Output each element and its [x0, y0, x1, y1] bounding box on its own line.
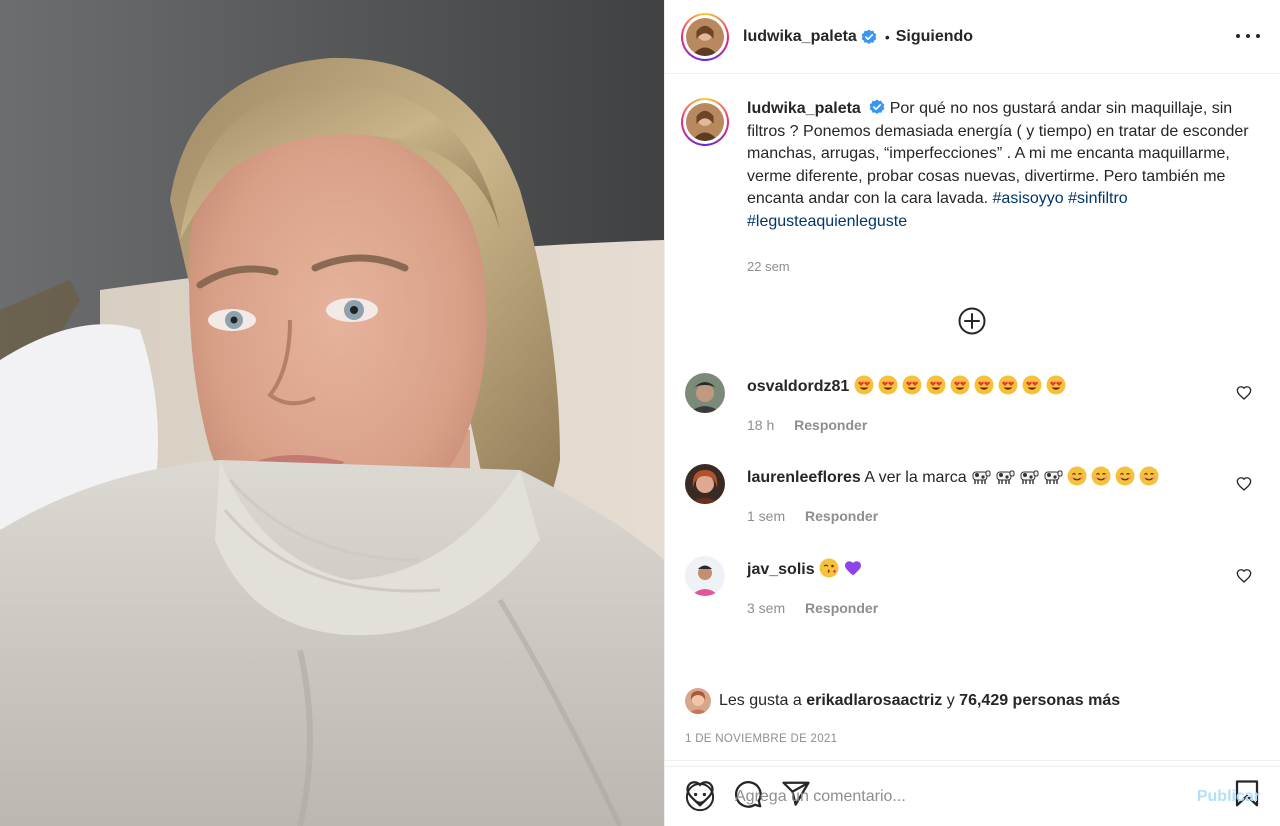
cow-emoji-icon	[972, 470, 991, 484]
add-comment-bar: Publicar	[665, 766, 1280, 826]
likes-count-link[interactable]: 76,429 personas más	[959, 692, 1120, 710]
following-button[interactable]: Siguiendo	[896, 28, 973, 46]
cow-emoji-icon	[1020, 470, 1039, 484]
caption-text-block: ludwika_paleta Por qué no nos gustará an…	[747, 98, 1264, 233]
comment-item: laurenleeflores A ver la marca 1 sem Res…	[685, 464, 1264, 544]
comment-item: jav_solis 3 sem Responder	[685, 556, 1264, 636]
post-modal: ludwika_paleta • Siguiendo ludwika_palet…	[0, 0, 1280, 826]
like-comment-heart-icon[interactable]	[1236, 476, 1252, 492]
heart-eyes-emoji-icon	[926, 375, 946, 395]
heart-eyes-emoji-icon	[1046, 375, 1066, 395]
more-options-icon[interactable]	[1236, 26, 1260, 46]
publish-button[interactable]: Publicar	[1197, 788, 1260, 806]
comment-username[interactable]: laurenleeflores	[747, 469, 861, 486]
caption-username[interactable]: ludwika_paleta	[747, 100, 861, 117]
comment-item: osvaldordz81 18 h Responder	[685, 373, 1264, 453]
comment-text: A ver la marca	[864, 469, 967, 486]
heart-eyes-emoji-icon	[998, 375, 1018, 395]
caption-avatar-image	[686, 103, 724, 141]
like-comment-heart-icon[interactable]	[1236, 568, 1252, 584]
commenter-avatar[interactable]	[685, 464, 725, 504]
heart-eyes-emoji-icon	[854, 375, 874, 395]
post-header: ludwika_paleta • Siguiendo	[665, 0, 1280, 74]
hashtag-link[interactable]: #asisoyyo	[993, 190, 1064, 207]
caption-author-avatar[interactable]	[681, 98, 729, 146]
commenter-avatar[interactable]	[685, 556, 725, 596]
verified-badge-icon	[861, 29, 877, 44]
comment-meta: 1 sem Responder	[747, 508, 878, 524]
cow-emoji-icon	[996, 470, 1015, 484]
heart-eyes-emoji-icon	[878, 375, 898, 395]
comment-line: laurenleeflores A ver la marca	[747, 466, 1163, 489]
comment-timestamp[interactable]: 3 sem	[747, 600, 785, 616]
comment-timestamp[interactable]: 18 h	[747, 417, 774, 433]
follow-separator: •	[884, 28, 890, 45]
smile-emoji-icon	[1067, 466, 1087, 486]
hashtag-link[interactable]: #legusteaquienleguste	[747, 213, 907, 230]
likes-prefix: Les gusta a	[719, 692, 802, 709]
load-more-comments-icon[interactable]	[957, 306, 987, 336]
like-comment-heart-icon[interactable]	[1236, 385, 1252, 401]
likes-joiner: y	[946, 692, 955, 709]
comment-line: jav_solis	[747, 558, 867, 581]
liker-avatar[interactable]	[685, 688, 711, 714]
smile-emoji-icon	[1115, 466, 1135, 486]
heart-eyes-emoji-icon	[974, 375, 994, 395]
comment-emoji-row	[819, 558, 867, 578]
verified-badge-icon	[869, 99, 885, 114]
post-side-panel: ludwika_paleta • Siguiendo ludwika_palet…	[664, 0, 1280, 826]
reply-button[interactable]: Responder	[805, 600, 878, 616]
heart-eyes-emoji-icon	[902, 375, 922, 395]
kiss-wink-emoji-icon	[819, 558, 839, 578]
comment-meta: 18 h Responder	[747, 417, 867, 433]
heart-eyes-emoji-icon	[950, 375, 970, 395]
cow-emoji-icon	[1044, 470, 1063, 484]
comment-timestamp[interactable]: 1 sem	[747, 508, 785, 524]
comments-list[interactable]: ludwika_paleta Por qué no nos gustará an…	[665, 74, 1280, 760]
post-photo[interactable]	[0, 0, 664, 826]
smile-emoji-icon	[1139, 466, 1159, 486]
reply-button[interactable]: Responder	[805, 508, 878, 524]
purple-heart-emoji-icon	[845, 561, 862, 576]
liker-username[interactable]: erikadlarosaactriz	[806, 692, 942, 710]
comment-line: osvaldordz81	[747, 375, 1070, 398]
comment-emoji-row	[971, 466, 1163, 486]
hashtag-link[interactable]: #sinfiltro	[1068, 190, 1128, 207]
comment-emoji-row	[854, 375, 1070, 395]
emoji-picker-icon[interactable]	[685, 782, 715, 812]
author-username[interactable]: ludwika_paleta	[743, 28, 857, 46]
selfie-image	[0, 0, 664, 826]
post-caption: ludwika_paleta Por qué no nos gustará an…	[681, 98, 1264, 233]
author-avatar-image	[686, 17, 724, 56]
comment-username[interactable]: osvaldordz81	[747, 378, 849, 395]
heart-eyes-emoji-icon	[1022, 375, 1042, 395]
commenter-avatar[interactable]	[685, 373, 725, 413]
author-avatar[interactable]	[681, 12, 729, 61]
smile-emoji-icon	[1091, 466, 1111, 486]
comment-input[interactable]	[735, 787, 1197, 806]
post-date[interactable]: 1 DE NOVIEMBRE DE 2021	[685, 733, 837, 745]
comment-meta: 3 sem Responder	[747, 600, 878, 616]
caption-timestamp[interactable]: 22 sem	[747, 259, 790, 274]
comment-username[interactable]: jav_solis	[747, 561, 815, 578]
reply-button[interactable]: Responder	[794, 417, 867, 433]
likes-summary: Les gusta a erikadlarosaactriz y 76,429 …	[685, 688, 1120, 714]
